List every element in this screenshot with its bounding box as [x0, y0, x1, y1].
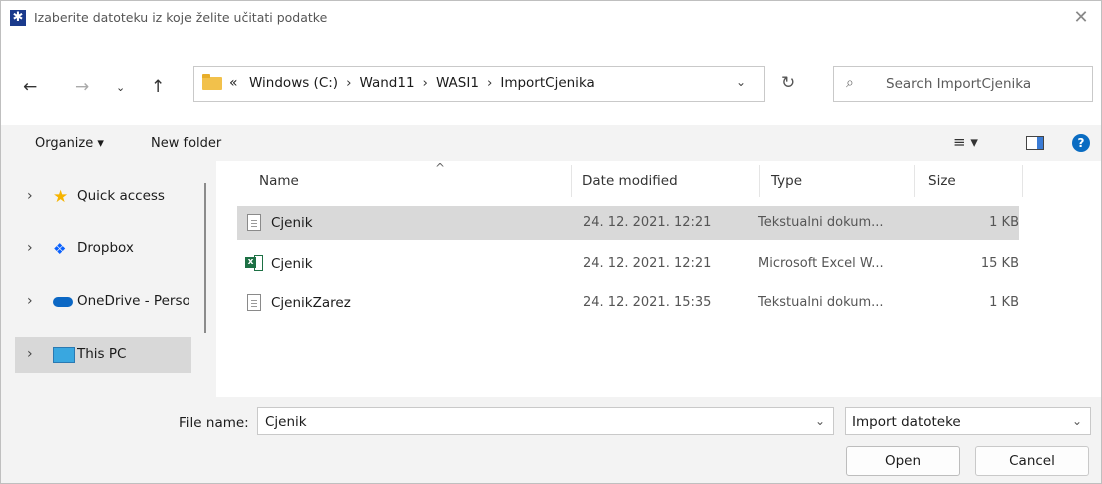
refresh-icon[interactable]: ↻: [781, 73, 795, 93]
sidebar-item-label: This PC: [77, 346, 127, 362]
new-folder-button[interactable]: New folder: [151, 136, 221, 151]
star-icon: ★: [53, 187, 69, 207]
file-type-filter-value: Import datoteke: [852, 414, 961, 430]
help-icon[interactable]: ?: [1072, 134, 1090, 152]
close-icon[interactable]: ✕: [1067, 5, 1095, 31]
forward-arrow-icon[interactable]: →: [75, 77, 89, 97]
file-date: 24. 12. 2021. 15:35: [583, 295, 712, 310]
column-header-size[interactable]: Size: [928, 173, 956, 189]
breadcrumb-separator-icon[interactable]: ›: [423, 75, 428, 91]
file-name-label: File name:: [179, 415, 249, 431]
sidebar-item-label: OneDrive - Perso: [77, 293, 189, 309]
sidebar-item-dropbox[interactable]: › ❖ Dropbox: [15, 231, 191, 267]
back-arrow-icon[interactable]: ←: [23, 77, 37, 97]
search-input[interactable]: Search ImportCjenika: [886, 76, 1031, 92]
table-row[interactable]: x Cjenik 24. 12. 2021. 12:21 Microsoft E…: [237, 247, 1019, 281]
expand-chevron-icon[interactable]: ›: [27, 240, 33, 256]
text-file-icon: [247, 214, 261, 231]
file-name-field[interactable]: Cjenik ⌄: [257, 407, 834, 435]
dialog-footer: File name: Cjenik ⌄ Import datoteke ⌄ Op…: [1, 397, 1101, 483]
file-date: 24. 12. 2021. 12:21: [583, 215, 712, 230]
overflow-chevron-icon[interactable]: «: [229, 75, 238, 91]
excel-file-icon: x: [245, 255, 263, 272]
cancel-button[interactable]: Cancel: [975, 446, 1089, 476]
column-header-date[interactable]: Date modified: [582, 173, 678, 189]
sidebar-item-onedrive[interactable]: › OneDrive - Perso: [15, 284, 191, 320]
address-bar[interactable]: « Windows (C:) › Wand11 › WASI1 › ImportCjenik…: [193, 66, 765, 102]
breadcrumb-separator-icon[interactable]: ›: [346, 75, 351, 91]
file-type: Microsoft Excel W...: [758, 256, 884, 271]
sidebar-item-label: Dropbox: [77, 240, 134, 256]
search-icon: ⌕: [846, 75, 854, 91]
file-size: 1 KB: [989, 295, 1019, 310]
text-file-icon: [247, 294, 261, 311]
sidebar-item-this-pc[interactable]: › This PC: [15, 337, 191, 373]
address-dropdown-icon[interactable]: ⌄: [736, 75, 746, 89]
sort-ascending-icon: ^: [435, 161, 446, 175]
file-type: Tekstualni dokum...: [758, 295, 884, 310]
window-title: Izaberite datoteku iz koje želite učitat…: [34, 10, 328, 25]
file-type-filter[interactable]: Import datoteke ⌄: [845, 407, 1091, 435]
search-box[interactable]: ⌕ Search ImportCjenika: [833, 66, 1093, 102]
breadcrumb-item[interactable]: Wand11: [359, 75, 414, 91]
breadcrumb: Windows (C:) › Wand11 › WASI1 › ImportCjenika: [249, 75, 595, 91]
app-icon: ✱: [10, 10, 26, 26]
view-options-icon[interactable]: ≡ ▾: [953, 133, 978, 151]
column-divider[interactable]: [571, 165, 572, 197]
expand-chevron-icon[interactable]: ›: [27, 346, 33, 362]
file-type: Tekstualni dokum...: [758, 215, 884, 230]
command-bar: Organize ▾ New folder ≡ ▾ ?: [1, 125, 1101, 161]
organize-button[interactable]: Organize ▾: [35, 136, 104, 151]
breadcrumb-item[interactable]: Windows (C:): [249, 75, 338, 91]
file-name: CjenikZarez: [271, 295, 351, 311]
file-name: Cjenik: [271, 215, 313, 231]
chevron-down-icon[interactable]: ⌄: [1072, 414, 1082, 428]
navigation-pane: › ★ Quick access › ❖ Dropbox › OneDrive …: [1, 161, 216, 397]
sidebar-item-label: Quick access: [77, 188, 165, 204]
open-button[interactable]: Open: [846, 446, 960, 476]
this-pc-icon: [53, 347, 75, 363]
breadcrumb-item[interactable]: ImportCjenika: [500, 75, 594, 91]
dropbox-icon: ❖: [53, 240, 67, 258]
chevron-down-icon[interactable]: ⌄: [815, 414, 825, 428]
file-name: Cjenik: [271, 256, 313, 272]
file-date: 24. 12. 2021. 12:21: [583, 256, 712, 271]
table-row[interactable]: Cjenik 24. 12. 2021. 12:21 Tekstualni do…: [237, 206, 1019, 240]
up-arrow-icon[interactable]: ↑: [151, 77, 165, 97]
column-divider[interactable]: [1022, 165, 1023, 197]
title-bar: ✱ Izaberite datoteku iz koje želite učit…: [1, 1, 1101, 37]
file-name-value: Cjenik: [265, 414, 307, 430]
expand-chevron-icon[interactable]: ›: [27, 293, 33, 309]
preview-pane-icon[interactable]: [1026, 136, 1044, 150]
column-header-name[interactable]: Name: [259, 173, 299, 189]
onedrive-icon: [53, 294, 73, 310]
folder-icon: [202, 74, 222, 90]
nav-scrollbar[interactable]: [204, 183, 206, 333]
breadcrumb-item[interactable]: WASI1: [436, 75, 479, 91]
file-size: 15 KB: [980, 256, 1019, 271]
sidebar-item-quick-access[interactable]: › ★ Quick access: [15, 179, 191, 215]
table-row[interactable]: CjenikZarez 24. 12. 2021. 15:35 Tekstual…: [237, 286, 1019, 320]
file-open-dialog: ✱ Izaberite datoteku iz koje želite učit…: [0, 0, 1102, 484]
column-divider[interactable]: [759, 165, 760, 197]
recent-locations-chevron-icon[interactable]: ⌄: [116, 81, 125, 94]
column-divider[interactable]: [914, 165, 915, 197]
file-list: ^ Name Date modified Type Size Cjenik 24…: [216, 161, 1101, 397]
expand-chevron-icon[interactable]: ›: [27, 188, 33, 204]
file-size: 1 KB: [989, 215, 1019, 230]
column-header-type[interactable]: Type: [771, 173, 802, 189]
breadcrumb-separator-icon[interactable]: ›: [487, 75, 492, 91]
